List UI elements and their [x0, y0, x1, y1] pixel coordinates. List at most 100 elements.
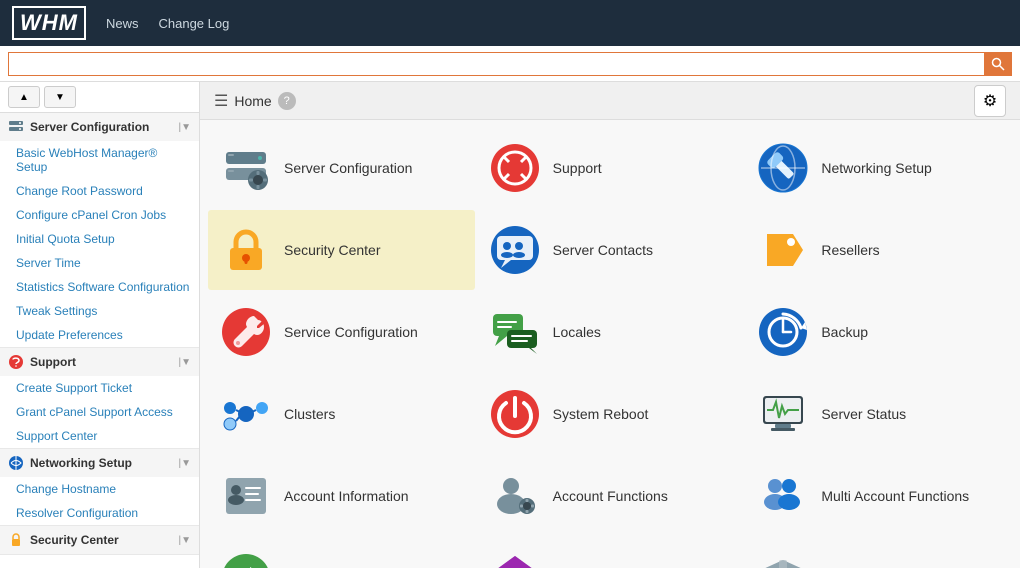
- grid-item-server-configuration[interactable]: Server Configuration: [208, 128, 475, 208]
- security-center-label: Security Center: [284, 242, 380, 258]
- main-layout: ▲ ▼ Server Configuration |▼ Basic WebHos…: [0, 82, 1020, 568]
- service-configuration-label: Service Configuration: [284, 324, 418, 340]
- grid-item-transfers[interactable]: Transfers: [208, 538, 475, 568]
- menu-icon[interactable]: ☰: [214, 91, 228, 111]
- grid-item-account-functions[interactable]: Account Functions: [477, 456, 744, 536]
- resellers-icon: [757, 224, 809, 276]
- grid-item-server-contacts[interactable]: Server Contacts: [477, 210, 744, 290]
- top-nav: WHM News Change Log: [0, 0, 1020, 46]
- resellers-label: Resellers: [821, 242, 879, 258]
- sidebar-section-server-configuration: Server Configuration |▼ Basic WebHost Ma…: [0, 113, 199, 348]
- grid-item-system-reboot[interactable]: System Reboot: [477, 374, 744, 454]
- packages-icon: [757, 552, 809, 568]
- nav-news[interactable]: News: [106, 16, 139, 31]
- sidebar-item-grant-access[interactable]: Grant cPanel Support Access: [0, 400, 199, 424]
- networking-setup-icon: [757, 142, 809, 194]
- security-toggle[interactable]: |▼: [179, 535, 192, 546]
- clusters-label: Clusters: [284, 406, 335, 422]
- sidebar-section-header-security[interactable]: Security Center |▼: [0, 526, 199, 554]
- nav-changelog[interactable]: Change Log: [159, 16, 230, 31]
- grid-item-service-configuration[interactable]: Service Configuration: [208, 292, 475, 372]
- search-bar: [0, 46, 1020, 82]
- support-icon: [8, 354, 24, 370]
- server-configuration-label: Server Configuration: [284, 160, 412, 176]
- grid-item-backup[interactable]: Backup: [745, 292, 1012, 372]
- multi-account-functions-label: Multi Account Functions: [821, 488, 969, 504]
- sidebar-item[interactable]: Update Preferences: [0, 323, 199, 347]
- networking-toggle[interactable]: |▼: [179, 458, 192, 469]
- sidebar: ▲ ▼ Server Configuration |▼ Basic WebHos…: [0, 82, 200, 568]
- service-configuration-icon: [220, 306, 272, 358]
- multi-account-functions-icon: [757, 470, 809, 522]
- support-toggle[interactable]: |▼: [179, 357, 192, 368]
- sidebar-item[interactable]: Change Root Password: [0, 179, 199, 203]
- sidebar-item-change-hostname[interactable]: Change Hostname: [0, 477, 199, 501]
- server-contacts-label: Server Contacts: [553, 242, 653, 258]
- sidebar-section-security: Security Center |▼: [0, 526, 199, 555]
- account-information-icon: [220, 470, 272, 522]
- grid-item-clusters[interactable]: Clusters: [208, 374, 475, 454]
- grid-item-account-information[interactable]: Account Information: [208, 456, 475, 536]
- backup-icon: [757, 306, 809, 358]
- backup-label: Backup: [821, 324, 868, 340]
- sidebar-item-resolver-config[interactable]: Resolver Configuration: [0, 501, 199, 525]
- server-status-icon: [757, 388, 809, 440]
- nav-forward-button[interactable]: ▼: [44, 86, 76, 108]
- grid-item-resellers[interactable]: Resellers: [745, 210, 1012, 290]
- locales-label: Locales: [553, 324, 601, 340]
- grid-item-themes[interactable]: Themes: [477, 538, 744, 568]
- sidebar-item[interactable]: Configure cPanel Cron Jobs: [0, 203, 199, 227]
- sidebar-item[interactable]: Initial Quota Setup: [0, 227, 199, 251]
- grid-item-security-center[interactable]: Security Center: [208, 210, 475, 290]
- content-grid: Server Configuration Support: [200, 120, 1020, 568]
- grid-item-locales[interactable]: Locales: [477, 292, 744, 372]
- account-functions-icon: [489, 470, 541, 522]
- support-section-title: Support: [30, 355, 173, 369]
- sidebar-section-networking: Networking Setup |▼ Change Hostname Reso…: [0, 449, 199, 526]
- sidebar-item-support-center[interactable]: Support Center: [0, 424, 199, 448]
- system-reboot-label: System Reboot: [553, 406, 649, 422]
- sidebar-nav-arrows: ▲ ▼: [0, 82, 199, 113]
- themes-icon: [489, 552, 541, 568]
- sidebar-item-create-ticket[interactable]: Create Support Ticket: [0, 376, 199, 400]
- networking-section-title: Networking Setup: [30, 456, 173, 470]
- content-header: ☰ Home ? ⚙: [200, 82, 1020, 120]
- security-icon: [8, 532, 24, 548]
- sidebar-item[interactable]: Basic WebHost Manager® Setup: [0, 141, 199, 179]
- grid-item-multi-account-functions[interactable]: Multi Account Functions: [745, 456, 1012, 536]
- transfers-icon: [220, 552, 272, 568]
- search-input[interactable]: [8, 52, 984, 76]
- server-config-icon: [8, 119, 24, 135]
- support-icon: [489, 142, 541, 194]
- search-button[interactable]: [984, 52, 1012, 76]
- networking-setup-label: Networking Setup: [821, 160, 932, 176]
- server-config-section-title: Server Configuration: [30, 120, 173, 134]
- sidebar-item[interactable]: Tweak Settings: [0, 299, 199, 323]
- grid-item-packages[interactable]: Packages: [745, 538, 1012, 568]
- account-information-label: Account Information: [284, 488, 409, 504]
- nav-back-button[interactable]: ▲: [8, 86, 40, 108]
- help-icon[interactable]: ?: [278, 92, 296, 110]
- server-contacts-icon: [489, 224, 541, 276]
- account-functions-label: Account Functions: [553, 488, 668, 504]
- clusters-icon: [220, 388, 272, 440]
- server-status-label: Server Status: [821, 406, 906, 422]
- sidebar-item[interactable]: Statistics Software Configuration: [0, 275, 199, 299]
- settings-icon[interactable]: ⚙: [974, 85, 1006, 117]
- system-reboot-icon: [489, 388, 541, 440]
- grid-item-support[interactable]: Support: [477, 128, 744, 208]
- grid-item-networking-setup[interactable]: Networking Setup: [745, 128, 1012, 208]
- sidebar-section-header-support[interactable]: Support |▼: [0, 348, 199, 376]
- support-label: Support: [553, 160, 602, 176]
- server-config-toggle[interactable]: |▼: [179, 122, 192, 133]
- server-configuration-icon: [220, 142, 272, 194]
- sidebar-section-support: Support |▼ Create Support Ticket Grant c…: [0, 348, 199, 449]
- sidebar-section-header-networking[interactable]: Networking Setup |▼: [0, 449, 199, 477]
- grid-item-server-status[interactable]: Server Status: [745, 374, 1012, 454]
- sidebar-item[interactable]: Server Time: [0, 251, 199, 275]
- security-center-icon: [220, 224, 272, 276]
- whm-logo: WHM: [12, 6, 86, 40]
- sidebar-section-header-server-configuration[interactable]: Server Configuration |▼: [0, 113, 199, 141]
- breadcrumb: ☰ Home ?: [214, 91, 296, 111]
- security-section-title: Security Center: [30, 533, 173, 547]
